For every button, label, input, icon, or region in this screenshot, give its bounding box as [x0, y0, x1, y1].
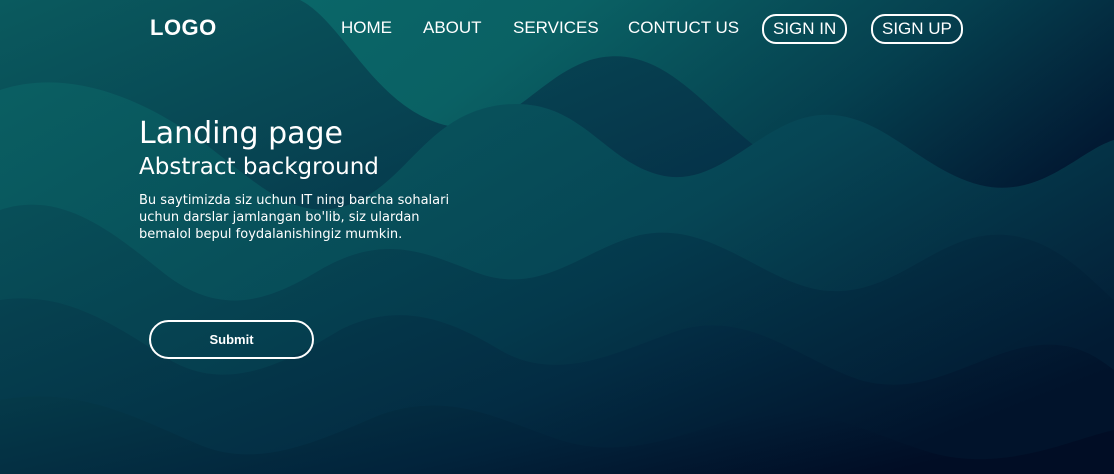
- hero-description: Bu saytimizda siz uchun IT ning barcha s…: [139, 193, 450, 242]
- hero-section: Landing page Abstract background Bu sayt…: [139, 116, 459, 243]
- nav-link-services[interactable]: SERVICES: [513, 18, 599, 38]
- main-nav: HOME ABOUT SERVICES CONTUCT US SIGN IN S…: [0, 14, 1114, 44]
- sign-in-button[interactable]: SIGN IN: [762, 14, 848, 44]
- hero-title: Landing page: [139, 116, 344, 151]
- sign-up-button[interactable]: SIGN UP: [871, 14, 963, 44]
- hero-subtitle: Abstract background: [139, 154, 379, 180]
- nav-link-home[interactable]: HOME: [341, 18, 392, 38]
- nav-link-about[interactable]: ABOUT: [423, 18, 482, 38]
- submit-button[interactable]: Submit: [149, 320, 314, 359]
- nav-link-contact[interactable]: CONTUCT US: [628, 18, 739, 38]
